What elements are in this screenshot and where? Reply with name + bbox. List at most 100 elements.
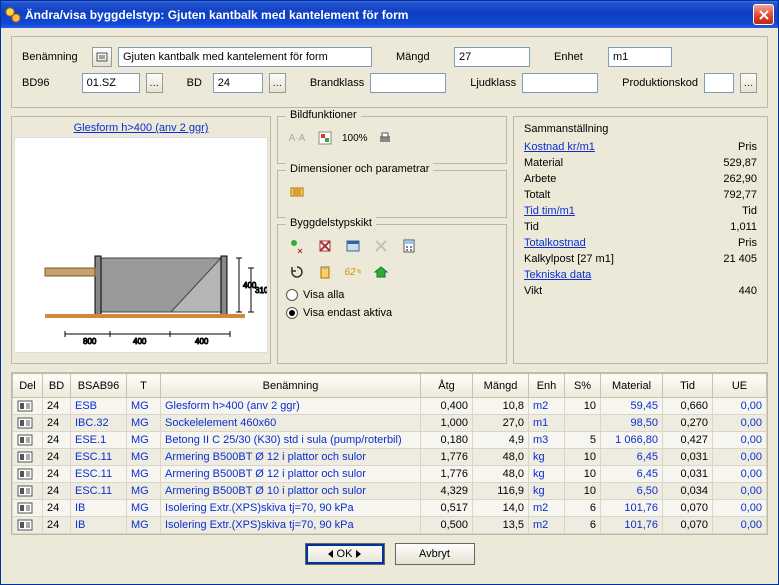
table-cell: 0,427	[663, 432, 713, 449]
column-header[interactable]: Del	[13, 374, 43, 398]
column-header[interactable]: Mängd	[473, 374, 529, 398]
column-header[interactable]: T	[127, 374, 161, 398]
column-header[interactable]: Benämning	[161, 374, 421, 398]
table-cell: 0,500	[421, 517, 473, 534]
group-dimensioner: Dimensioner och parametrar	[277, 170, 507, 218]
column-header[interactable]: Åtg	[421, 374, 473, 398]
home-icon[interactable]	[370, 261, 392, 283]
table-row[interactable]: 24ESC.11MGArmering B500BT Ø 12 i plattor…	[13, 449, 767, 466]
table-cell: m3	[529, 432, 565, 449]
table-row[interactable]: 24ESC.11MGArmering B500BT Ø 12 i plattor…	[13, 466, 767, 483]
table-row[interactable]: 24IBC.32MGSockelelement 460x601,00027,0m…	[13, 415, 767, 432]
table-row[interactable]: 24ESE.1MGBetong II C 25/30 (K30) std i s…	[13, 432, 767, 449]
bd96-input[interactable]	[82, 73, 140, 93]
table-cell: 27,0	[473, 415, 529, 432]
parameters-icon[interactable]	[286, 181, 308, 203]
add-layer-icon[interactable]	[286, 235, 308, 257]
table-cell: MG	[127, 466, 161, 483]
clipboard-icon[interactable]	[314, 261, 336, 283]
radio-visa-aktiva-label: Visa endast aktiva	[303, 307, 392, 319]
table-cell: 4,329	[421, 483, 473, 500]
summary-value: 21 405	[723, 251, 757, 267]
benamning-input[interactable]	[118, 47, 372, 67]
radio-icon	[286, 307, 298, 319]
table-cell: 24	[43, 500, 71, 517]
layers-icon[interactable]	[314, 127, 336, 149]
summary-label: Material	[524, 155, 563, 171]
produktionskod-input[interactable]	[704, 73, 734, 93]
benamning-picker[interactable]	[92, 47, 112, 67]
summary-link[interactable]: Tid tim/m1	[524, 205, 575, 217]
table-cell: kg	[529, 466, 565, 483]
radio-visa-alla[interactable]: Visa alla	[286, 289, 498, 301]
preview-panel: Glesform h>400 (anv 2 ggr) 800	[11, 116, 271, 364]
table-cell: 10	[565, 466, 601, 483]
column-header[interactable]: S%	[565, 374, 601, 398]
column-header[interactable]: BSAB96	[71, 374, 127, 398]
svg-text:310: 310	[255, 286, 267, 295]
table-cell: 14,0	[473, 500, 529, 517]
table-cell: 0,070	[663, 500, 713, 517]
summary-label: Arbete	[524, 171, 556, 187]
section-aa-button[interactable]: A·A	[286, 127, 308, 149]
ok-label: OK	[337, 548, 353, 560]
table-cell: 0,270	[663, 415, 713, 432]
ok-button[interactable]: OK	[305, 543, 385, 565]
table-cell: Armering B500BT Ø 12 i plattor och sulor	[161, 449, 421, 466]
table-cell: 24	[43, 517, 71, 534]
bd-picker[interactable]: …	[269, 73, 286, 93]
table-cell: 24	[43, 398, 71, 415]
remove-icon[interactable]	[370, 235, 392, 257]
print-icon[interactable]	[374, 127, 396, 149]
column-header[interactable]: Material	[601, 374, 663, 398]
edit-layer-icon[interactable]	[342, 235, 364, 257]
mangd-input[interactable]	[454, 47, 530, 67]
radio-visa-aktiva[interactable]: Visa endast aktiva	[286, 307, 498, 319]
preview-title-link[interactable]: Glesform h>400 (anv 2 ggr)	[74, 122, 209, 134]
table-cell	[13, 517, 43, 534]
table-cell: Sockelelement 460x60	[161, 415, 421, 432]
table-cell: 24	[43, 483, 71, 500]
table-cell: 0,517	[421, 500, 473, 517]
table-cell: Armering B500BT Ø 10 i plattor och sulor	[161, 483, 421, 500]
bd-input[interactable]	[213, 73, 263, 93]
table-cell: 6,45	[601, 466, 663, 483]
delete-layer-icon[interactable]	[314, 235, 336, 257]
table-cell: 48,0	[473, 466, 529, 483]
column-header[interactable]: UE	[713, 374, 767, 398]
column-header[interactable]: BD	[43, 374, 71, 398]
table-row[interactable]: 24ESC.11MGArmering B500BT Ø 10 i plattor…	[13, 483, 767, 500]
table-cell: 0,031	[663, 466, 713, 483]
table-cell: ESC.11	[71, 449, 127, 466]
legend-dimensioner: Dimensioner och parametrar	[286, 163, 433, 175]
brandklass-input[interactable]	[370, 73, 446, 93]
table-row[interactable]: 24IBMGIsolering Extr.(XPS)skiva tj=70, 9…	[13, 500, 767, 517]
table-row[interactable]: 24ESBMGGlesform h>400 (anv 2 ggr)0,40010…	[13, 398, 767, 415]
table-cell: Isolering Extr.(XPS)skiva tj=70, 90 kPa	[161, 517, 421, 534]
table-cell: IBC.32	[71, 415, 127, 432]
table-cell	[13, 432, 43, 449]
table-row[interactable]: 24IBMGIsolering Extr.(XPS)skiva tj=70, 9…	[13, 517, 767, 534]
summary-link[interactable]: Kostnad kr/m1	[524, 141, 595, 153]
column-header[interactable]: Enh	[529, 374, 565, 398]
refresh-icon[interactable]	[286, 261, 308, 283]
edit-text-icon[interactable]: 62✎	[342, 261, 364, 283]
produktionskod-picker[interactable]: …	[740, 73, 757, 93]
table-cell: 101,76	[601, 500, 663, 517]
calculator-icon[interactable]	[398, 235, 420, 257]
label-bd: BD	[187, 77, 207, 89]
enhet-input[interactable]	[608, 47, 672, 67]
column-header[interactable]: Tid	[663, 374, 713, 398]
cancel-button[interactable]: Avbryt	[395, 543, 475, 565]
ljudklass-input[interactable]	[522, 73, 598, 93]
table-cell	[13, 483, 43, 500]
window-title: Ändra/visa byggdelstyp: Gjuten kantbalk …	[25, 8, 408, 22]
summary-value: 262,90	[723, 171, 757, 187]
summary-link[interactable]: Tekniska data	[524, 269, 591, 281]
table-cell	[13, 398, 43, 415]
summary-link[interactable]: Totalkostnad	[524, 237, 586, 249]
close-button[interactable]	[753, 4, 774, 25]
triangle-left-icon	[328, 550, 333, 558]
table-cell: 98,50	[601, 415, 663, 432]
bd96-picker[interactable]: …	[146, 73, 163, 93]
